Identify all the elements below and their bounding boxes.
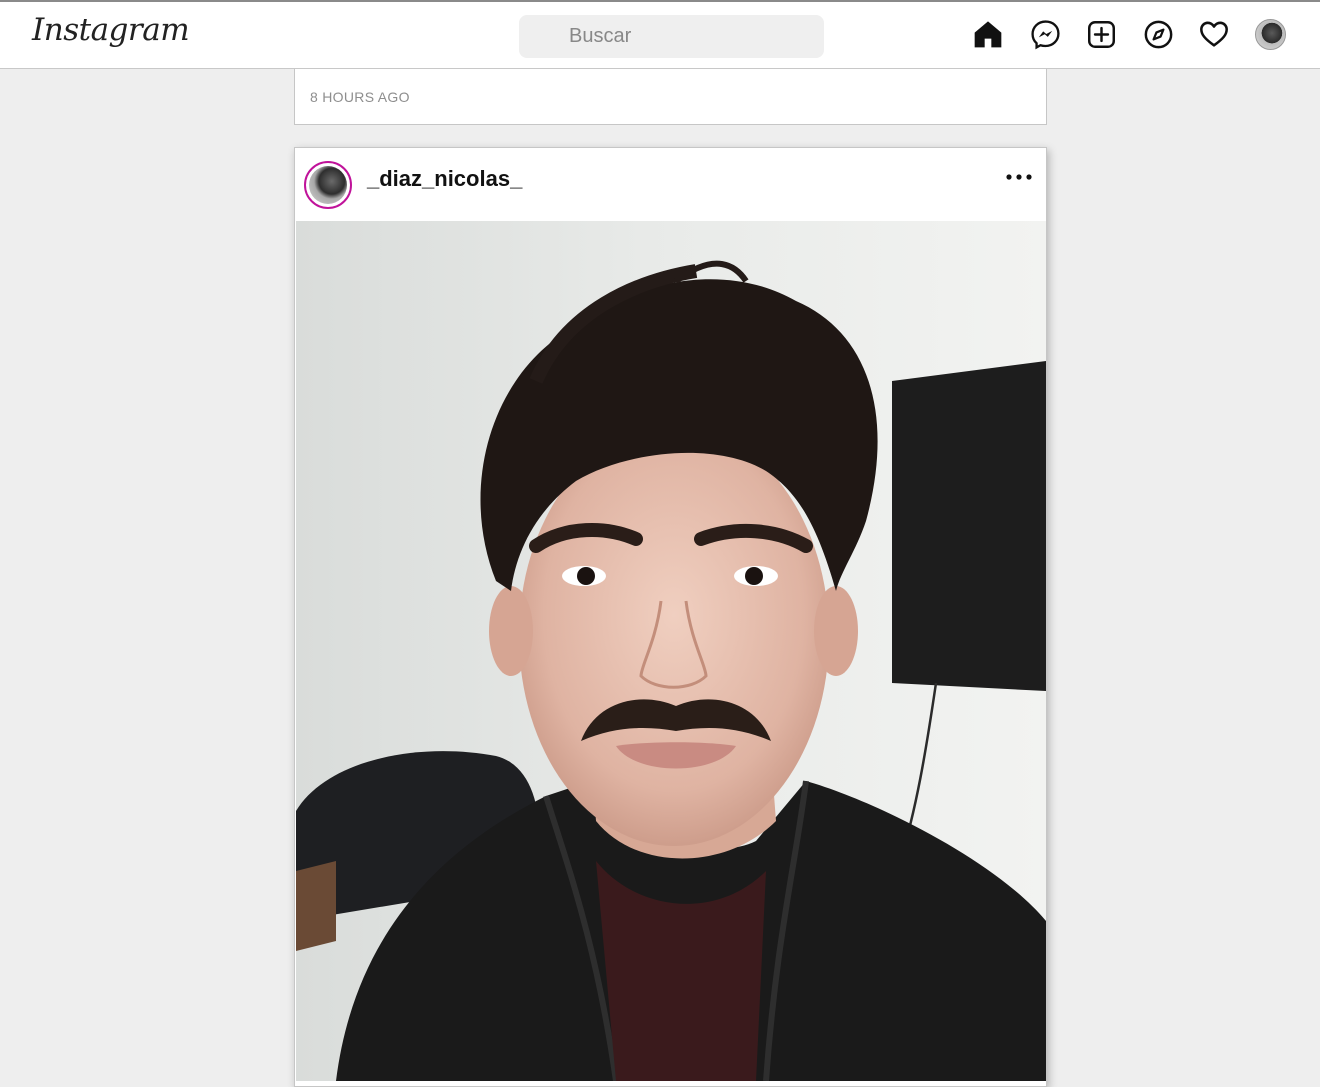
post-timestamp: 8 HOURS AGO (310, 89, 410, 105)
home-icon[interactable] (970, 16, 1006, 52)
messenger-icon[interactable] (1027, 16, 1063, 52)
top-navigation-bar: Instagram (0, 0, 1320, 69)
profile-avatar[interactable] (1252, 16, 1288, 52)
selfie-photo (296, 221, 1046, 1081)
activity-heart-icon[interactable] (1196, 16, 1232, 52)
post-card: _diaz_nicolas_ (294, 147, 1047, 1087)
post-username[interactable]: _diaz_nicolas_ (367, 166, 522, 192)
new-post-icon[interactable] (1083, 16, 1119, 52)
post-author-avatar (309, 166, 347, 204)
post-header: _diaz_nicolas_ (295, 148, 1046, 220)
instagram-logo[interactable]: Instagram (32, 12, 190, 48)
post-photo[interactable] (296, 221, 1046, 1081)
explore-icon[interactable] (1140, 16, 1176, 52)
story-ring[interactable] (304, 161, 352, 209)
avatar (1254, 18, 1286, 50)
more-options-icon[interactable] (1004, 165, 1034, 189)
search-input[interactable] (519, 15, 824, 58)
